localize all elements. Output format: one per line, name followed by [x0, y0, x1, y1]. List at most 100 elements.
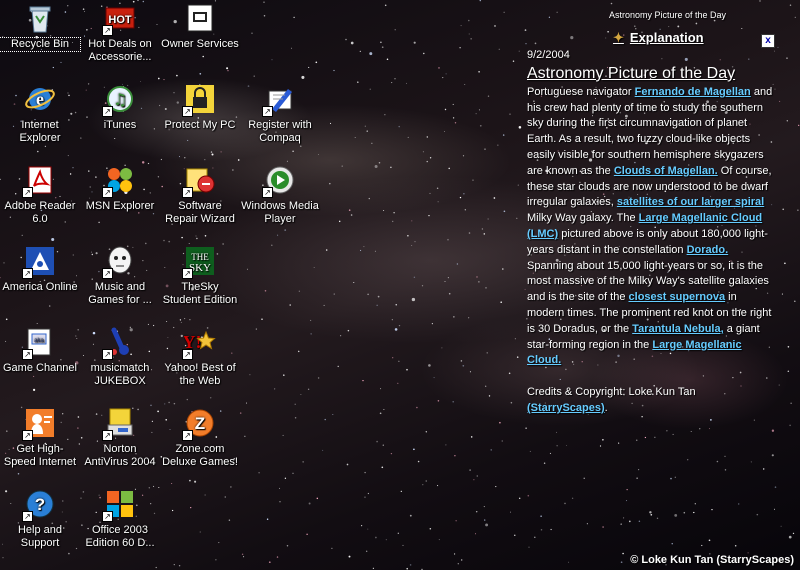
shortcut-arrow-icon: ↗ — [182, 268, 193, 279]
apod-explanation-text: Portuguese navigator Fernando de Magella… — [527, 85, 775, 369]
desktop-icon-high-speed-internet[interactable]: ↗ Get High-Speed Internet — [0, 405, 80, 469]
desktop-icon-musicmatch[interactable]: ↗ musicmatch JUKEBOX — [80, 324, 160, 388]
svg-text:Z: Z — [195, 414, 205, 433]
desktop-icon-label: musicmatch JUKEBOX — [90, 362, 150, 387]
desktop-icon-label: iTunes — [103, 119, 137, 131]
desktop-icon-zone[interactable]: Z ↗ Zone.com Deluxe Games! — [160, 405, 240, 469]
explanation-label: Explanation — [629, 30, 704, 45]
desktop-icon-adobe-reader[interactable]: ↗ Adobe Reader 6.0 — [0, 162, 80, 226]
shortcut-arrow-icon: ↗ — [102, 25, 113, 36]
yahoo-icon: Y! ↗ — [182, 326, 216, 360]
desktop-icon-aol[interactable]: ↗ America Online — [0, 243, 80, 294]
desktop-icon-msn-butterfly[interactable]: ↗ MSN Explorer — [80, 162, 160, 213]
explanation-link[interactable]: ✦ Explanation — [613, 30, 704, 46]
star-icon: ✦ — [613, 30, 624, 45]
svg-text:aka: aka — [34, 338, 44, 344]
apod-inline-link[interactable]: Fernando de Magellan — [635, 86, 751, 98]
apod-text-run: Portuguese navigator — [527, 85, 635, 98]
apod-panel: 9/2/2004 Astronomy Picture of the Day Po… — [527, 48, 775, 417]
recycle-bin-icon — [24, 2, 56, 34]
desktop-icon-label: Hot Deals on Accessorie... — [88, 38, 152, 63]
desktop-icon-padlock[interactable]: ↗ Protect My PC — [160, 81, 240, 132]
apod-brand: Astronomy Picture of the Day — [609, 10, 727, 20]
svg-text:THE: THE — [191, 252, 209, 262]
shortcut-arrow-icon: ↗ — [262, 106, 273, 117]
desktop-icon-music-games[interactable]: ↗ Music and Games for ... — [80, 243, 160, 307]
apod-inline-link[interactable]: closest supernova — [629, 291, 726, 303]
shortcut-arrow-icon: ↗ — [182, 106, 193, 117]
desktop-icon-internet-explorer[interactable]: e Internet Explorer — [0, 81, 80, 145]
apod-inline-link[interactable]: Clouds of Magellan. — [614, 165, 718, 177]
desktop-icon-itunes[interactable]: ♫ ↗ iTunes — [80, 81, 160, 132]
shortcut-arrow-icon: ↗ — [22, 349, 33, 360]
desktop-icon-label: America Online — [2, 281, 78, 293]
adobe-reader-icon: ↗ — [22, 164, 56, 198]
credits-prefix: Credits & Copyright: Loke Kun Tan — [527, 386, 696, 399]
shortcut-arrow-icon: ↗ — [182, 187, 193, 198]
desktop-icon-label: MSN Explorer — [85, 200, 155, 212]
desktop-icon-label: Game Channel — [3, 362, 77, 374]
desktop-icon-norton[interactable]: ↗ Norton AntiVirus 2004 — [80, 405, 160, 469]
starryscapes-link[interactable]: (StarryScapes) — [527, 402, 605, 414]
desktop-icon-owner-services[interactable]: Owner Services — [160, 0, 240, 51]
desktop-icon-recycle-bin[interactable]: Recycle Bin — [0, 0, 81, 52]
desktop-icon-yahoo[interactable]: Y! ↗ Yahoo! Best of the Web — [160, 324, 240, 388]
footer-credit: © Loke Kun Tan (StarryScapes) — [630, 554, 794, 566]
apod-inline-link[interactable]: Dorado. — [687, 244, 729, 256]
desktop-icon-label: Adobe Reader 6.0 — [4, 200, 76, 225]
desktop-icon-label: Yahoo! Best of the Web — [164, 362, 236, 387]
desktop-icon-label: Norton AntiVirus 2004 — [84, 443, 156, 468]
music-games-icon: ↗ — [102, 245, 136, 279]
game-channel-icon: aka ↗ — [22, 326, 56, 360]
aol-icon: ↗ — [22, 245, 56, 279]
desktop-icon-office[interactable]: ↗ Office 2003 Edition 60 D... — [80, 486, 160, 550]
desktop-icon-software-repair[interactable]: ↗ Software Repair Wizard — [160, 162, 240, 226]
norton-icon: ↗ — [102, 407, 136, 441]
desktop-icon-thesky[interactable]: THE SKY ↗ TheSky Student Edition — [160, 243, 240, 307]
desktop-icon-register-compaq[interactable]: ↗ Register with Compaq — [240, 81, 320, 145]
register-compaq-icon: ↗ — [262, 83, 296, 117]
high-speed-internet-icon: ↗ — [22, 407, 56, 441]
shortcut-arrow-icon: ↗ — [262, 187, 273, 198]
apod-title[interactable]: Astronomy Picture of the Day — [527, 64, 775, 83]
apod-text-run: and his crew had plenty of time to study… — [527, 85, 773, 177]
musicmatch-icon: ↗ — [102, 326, 136, 360]
software-repair-icon: ↗ — [182, 164, 216, 198]
itunes-icon: ♫ ↗ — [102, 83, 136, 117]
desktop-icon-label: Help and Support — [17, 524, 63, 549]
svg-text:♫: ♫ — [113, 90, 127, 109]
shortcut-arrow-icon: ↗ — [102, 511, 113, 522]
shortcut-arrow-icon: ↗ — [182, 430, 193, 441]
apod-inline-link[interactable]: satellites of our larger spiral — [617, 196, 764, 208]
desktop-icon-help[interactable]: ? ↗ Help and Support — [0, 486, 80, 550]
shortcut-arrow-icon: ↗ — [22, 268, 33, 279]
help-icon: ? ↗ — [22, 488, 56, 522]
desktop-icon-media-player[interactable]: ↗ Windows Media Player — [240, 162, 320, 226]
shortcut-arrow-icon: ↗ — [22, 511, 33, 522]
desktop-icon-label: Owner Services — [161, 38, 239, 50]
desktop-icon-label: Protect My PC — [164, 119, 236, 131]
media-player-icon: ↗ — [262, 164, 296, 198]
desktop-icon-hot-deals[interactable]: HOT ↗ Hot Deals on Accessorie... — [80, 0, 160, 64]
msn-butterfly-icon: ↗ — [102, 164, 136, 198]
desktop-icon-label: Register with Compaq — [248, 119, 312, 144]
internet-explorer-icon: e — [24, 83, 56, 115]
shortcut-arrow-icon: ↗ — [102, 349, 113, 360]
close-button[interactable]: x — [761, 34, 775, 48]
shortcut-arrow-icon: ↗ — [182, 349, 193, 360]
shortcut-arrow-icon: ↗ — [102, 430, 113, 441]
svg-text:?: ? — [35, 495, 45, 514]
desktop-icon-label: Windows Media Player — [241, 200, 319, 225]
desktop-icon-game-channel[interactable]: aka ↗ Game Channel — [0, 324, 80, 375]
hot-deals-icon: HOT ↗ — [102, 2, 136, 36]
credits-suffix: . — [604, 401, 608, 414]
desktop-icon-label: TheSky Student Edition — [162, 281, 238, 306]
shortcut-arrow-icon: ↗ — [22, 430, 33, 441]
apod-inline-link[interactable]: Tarantula Nebula, — [632, 323, 723, 335]
desktop-icon-label: Zone.com Deluxe Games! — [162, 443, 238, 468]
padlock-icon: ↗ — [182, 83, 216, 117]
thesky-icon: THE SKY ↗ — [182, 245, 216, 279]
desktop-icon-label: Recycle Bin — [0, 37, 81, 52]
desktop-icon-label: Software Repair Wizard — [165, 200, 235, 225]
desktop-icon-label: Office 2003 Edition 60 D... — [85, 524, 155, 549]
